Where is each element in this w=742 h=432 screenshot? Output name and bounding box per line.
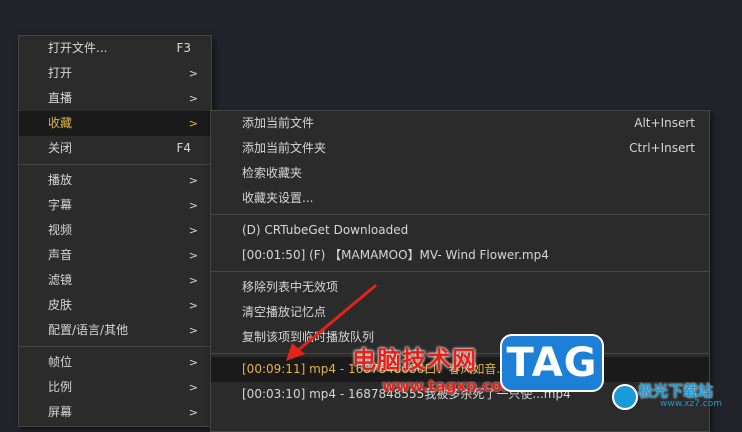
watermark-site-text: 电脑技术网	[352, 346, 477, 374]
xz7-logo-icon	[612, 384, 638, 410]
tag-logo: TAG	[500, 334, 604, 392]
xz7-site-text: 极光下载站	[638, 382, 714, 400]
xz7-site-url: www.xz7.com	[660, 399, 722, 409]
watermark-site-url: www.tagxp.com	[382, 377, 518, 395]
